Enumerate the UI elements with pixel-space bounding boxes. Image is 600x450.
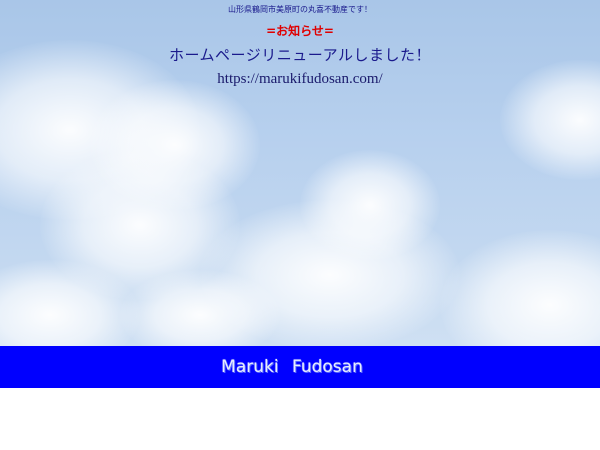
brand-logo: Maruki Fudosan — [221, 357, 363, 377]
new-site-link[interactable]: https://marukifudosan.com/ — [217, 71, 382, 87]
sky-background-image: 山形県鶴岡市美原町の丸喜不動産です！ =お知らせ= ホームページリニューアルしま… — [0, 0, 600, 346]
notice-message: ホームページリニューアルしました！ — [168, 46, 431, 64]
cloud-shape — [440, 230, 600, 346]
cloud-shape — [300, 150, 440, 260]
brand-banner: Maruki Fudosan — [0, 346, 600, 388]
page: 山形県鶴岡市美原町の丸喜不動産です！ =お知らせ= ホームページリニューアルしま… — [0, 0, 600, 450]
notice-heading: =お知らせ= — [266, 24, 334, 38]
site-tagline: 山形県鶴岡市美原町の丸喜不動産です！ — [228, 5, 372, 14]
blank-footer — [0, 388, 600, 450]
notice-url: https://marukifudosan.com/ — [0, 71, 600, 88]
cloud-shape — [90, 80, 260, 210]
